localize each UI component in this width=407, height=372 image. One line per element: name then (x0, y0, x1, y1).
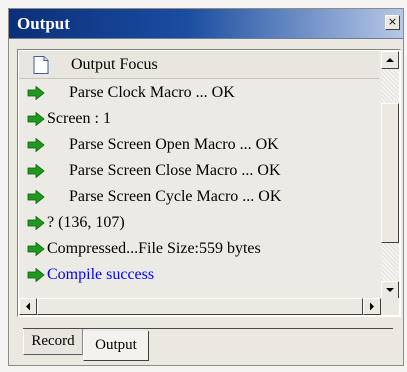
vertical-scrollbar[interactable] (381, 51, 399, 299)
output-focus-label: Output Focus (71, 56, 158, 73)
list-item[interactable]: Parse Screen Cycle Macro ... OK (19, 184, 379, 210)
scrollbar-corner (381, 298, 399, 315)
scroll-right-button[interactable] (363, 298, 381, 315)
green-arrow-icon (27, 216, 45, 230)
horizontal-scrollbar[interactable] (19, 298, 381, 315)
list-item-text: Screen : 1 (47, 110, 111, 127)
list-item[interactable]: Parse Screen Open Macro ... OK (19, 132, 379, 158)
list-item[interactable]: ? (136, 107) (19, 210, 379, 236)
arrow-down-icon (386, 288, 394, 292)
green-arrow-icon (27, 268, 45, 282)
tab-strip: Record Output (17, 319, 397, 361)
list-item[interactable]: Screen : 1 (19, 106, 379, 132)
list-item-text: Parse Screen Close Macro ... OK (69, 162, 281, 179)
arrow-left-icon (26, 302, 30, 311)
close-icon: × (387, 15, 398, 28)
vertical-scroll-thumb[interactable] (381, 103, 399, 243)
compile-success-text: Compile success (47, 266, 155, 283)
list-item-text: Compressed...File Size:559 bytes (47, 240, 261, 257)
scroll-down-button[interactable] (381, 281, 399, 299)
window-title: Output (17, 14, 70, 33)
scroll-up-button[interactable] (381, 51, 399, 69)
list-item-text: Parse Screen Open Macro ... OK (69, 136, 279, 153)
tab-output[interactable]: Output (83, 331, 149, 361)
green-arrow-icon (27, 138, 45, 152)
green-arrow-icon (27, 86, 45, 100)
output-panel: Output × Output Focus Parse Clock Macro … (8, 8, 404, 366)
tab-record[interactable]: Record (23, 329, 83, 355)
green-arrow-icon (27, 190, 45, 204)
scroll-left-button[interactable] (19, 298, 37, 315)
output-list-content: Output Focus Parse Clock Macro ... OK Sc… (19, 51, 381, 299)
list-item-text: Parse Screen Cycle Macro ... OK (69, 188, 282, 205)
list-item-text: Parse Clock Macro ... OK (69, 84, 235, 101)
close-button[interactable]: × (385, 15, 400, 30)
green-arrow-icon (27, 164, 45, 178)
green-arrow-icon (27, 112, 45, 126)
green-arrow-icon (27, 242, 45, 256)
list-item[interactable]: Compile success (19, 262, 379, 288)
list-item[interactable]: Parse Clock Macro ... OK (19, 80, 379, 106)
list-item[interactable]: Parse Screen Close Macro ... OK (19, 158, 379, 184)
list-item[interactable]: Compressed...File Size:559 bytes (19, 236, 379, 262)
list-item-text: ? (136, 107) (47, 214, 125, 231)
title-bar[interactable]: Output × (9, 9, 403, 39)
horizontal-scroll-thumb[interactable] (37, 298, 363, 315)
document-icon (33, 56, 49, 74)
output-focus-header[interactable]: Output Focus (19, 51, 379, 79)
output-list[interactable]: Output Focus Parse Clock Macro ... OK Sc… (17, 49, 401, 317)
arrow-right-icon (370, 302, 374, 311)
arrow-up-icon (386, 58, 394, 62)
